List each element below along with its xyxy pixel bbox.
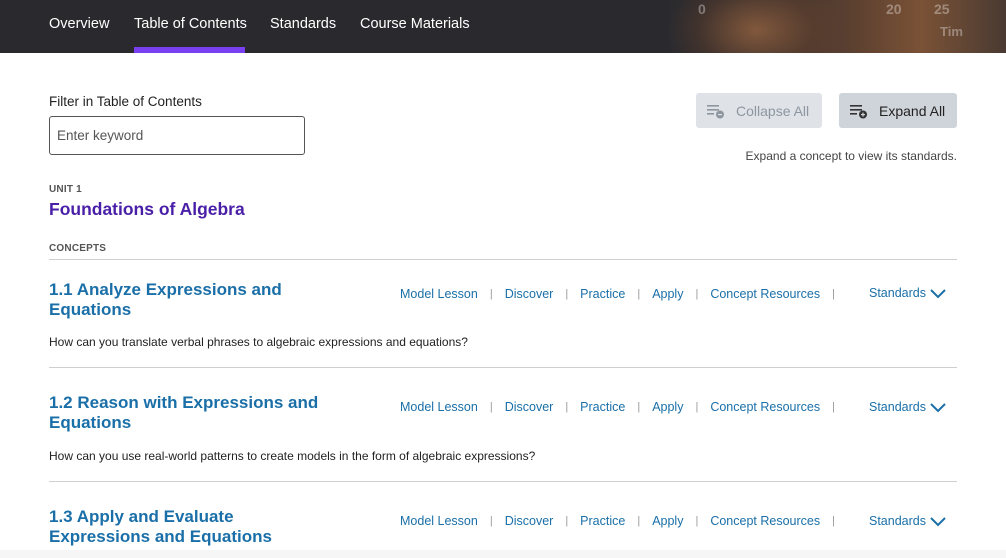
link-separator: | [489,515,493,527]
banner-number: 0 [698,1,706,17]
unit-title: Foundations of Algebra [49,199,245,219]
filter-label: Filter in Table of Contents [49,94,202,109]
link-separator: | [565,515,569,527]
link-separator: | [695,515,699,527]
practice-link[interactable]: Practice [580,287,625,301]
model-lesson-link[interactable]: Model Lesson [400,287,478,301]
concept-links: Model Lesson | Discover | Practice | Apply |… [400,286,847,302]
tab-overview[interactable]: Overview [49,16,109,32]
expand-list-icon [850,104,867,118]
concept-resources-link[interactable]: Concept Resources [710,287,820,301]
concept-links: Model Lesson | Discover | Practice | Apply |… [400,513,847,529]
bottom-edge [0,550,1006,558]
tab-course-materials[interactable]: Course Materials [360,16,470,32]
link-separator: | [695,288,699,300]
banner-image: 0 20 25 Tim [666,0,1006,53]
concept-title[interactable]: 1.3 Apply and Evaluate Expressions and E… [49,507,319,547]
link-separator: | [832,401,835,413]
model-lesson-link[interactable]: Model Lesson [400,400,478,414]
link-separator: | [489,401,493,413]
standards-label: Standards [869,286,926,300]
divider [49,481,957,482]
expand-all-label: Expand All [879,102,946,119]
link-separator: | [637,401,641,413]
unit-label: UNIT 1 [49,184,82,195]
expand-hint-text: Expand a concept to view its standards. [745,149,957,163]
collapse-all-button[interactable]: Collapse All [696,93,822,128]
discover-link[interactable]: Discover [505,287,554,301]
banner-glow [666,0,846,53]
standards-label: Standards [869,514,926,528]
chevron-down-icon [930,517,946,527]
apply-link[interactable]: Apply [652,400,683,414]
chevron-down-icon [930,289,946,299]
apply-link[interactable]: Apply [652,514,683,528]
concept-resources-link[interactable]: Concept Resources [710,400,820,414]
collapse-list-icon [707,104,724,118]
practice-link[interactable]: Practice [580,400,625,414]
concept-title[interactable]: 1.2 Reason with Expressions and Equation… [49,393,319,433]
link-separator: | [637,515,641,527]
model-lesson-link[interactable]: Model Lesson [400,514,478,528]
discover-link[interactable]: Discover [505,514,554,528]
practice-link[interactable]: Practice [580,514,625,528]
standards-toggle[interactable]: Standards [869,514,947,528]
chevron-down-icon [930,403,946,413]
link-separator: | [565,288,569,300]
concept-question: How can you use real-world patterns to c… [49,449,536,463]
link-separator: | [832,288,835,300]
link-separator: | [637,288,641,300]
concept-links: Model Lesson | Discover | Practice | Apply |… [400,399,847,415]
tab-standards[interactable]: Standards [270,16,336,32]
tab-table-of-contents[interactable]: Table of Contents [134,16,247,32]
active-tab-indicator [134,47,245,53]
apply-link[interactable]: Apply [652,287,683,301]
divider [49,259,957,260]
standards-toggle[interactable]: Standards [869,286,947,300]
collapse-all-label: Collapse All [736,102,810,119]
link-separator: | [832,515,835,527]
top-navigation: 0 20 25 Tim Overview Table of Contents S… [0,0,1006,53]
banner-text: Tim [940,24,963,39]
standards-label: Standards [869,400,926,414]
concept-resources-link[interactable]: Concept Resources [710,514,820,528]
concept-question: How can you translate verbal phrases to … [49,335,468,349]
link-separator: | [489,288,493,300]
concept-title[interactable]: 1.1 Analyze Expressions and Equations [49,280,319,320]
concepts-label: CONCEPTS [49,243,107,254]
expand-all-button[interactable]: Expand All [839,93,957,128]
link-separator: | [695,401,699,413]
discover-link[interactable]: Discover [505,400,554,414]
divider [49,367,957,368]
link-separator: | [565,401,569,413]
banner-number: 20 [886,1,902,17]
banner-number: 25 [934,1,950,17]
standards-toggle[interactable]: Standards [869,400,947,414]
filter-input[interactable] [49,116,305,155]
